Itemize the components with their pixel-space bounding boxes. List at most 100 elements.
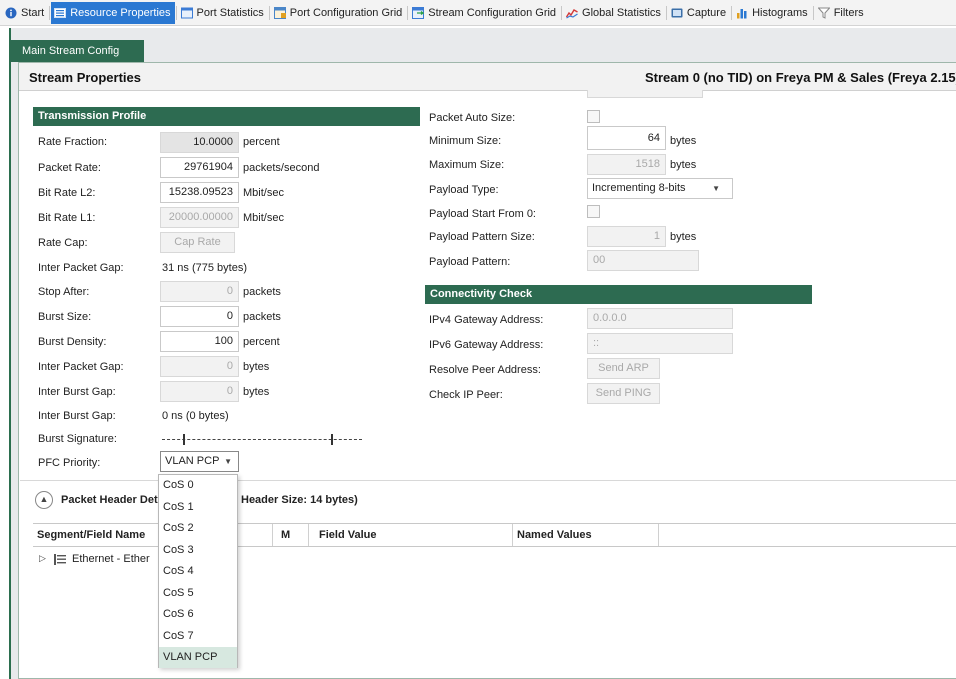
payload-start-checkbox[interactable]	[587, 205, 600, 218]
packet-length-type-field[interactable]	[587, 90, 703, 98]
packet-header-title-right: Header Size: 14 bytes)	[241, 494, 358, 506]
dropdown-option-selected[interactable]: VLAN PCP	[159, 647, 237, 668]
burst-density-input[interactable]: 100	[160, 331, 239, 352]
dropdown-option[interactable]: CoS 6	[159, 604, 237, 625]
dropdown-option[interactable]: CoS 1	[159, 497, 237, 518]
transmission-profile-header: Transmission Profile	[33, 107, 420, 126]
dropdown-option[interactable]: CoS 7	[159, 626, 237, 647]
segment-list-icon	[54, 554, 66, 565]
payload-pattern-label: Payload Pattern:	[429, 256, 511, 268]
payload-pattern-size-input[interactable]: 1	[587, 226, 666, 247]
rate-cap-label: Rate Cap:	[38, 237, 88, 249]
dropdown-option[interactable]: CoS 3	[159, 540, 237, 561]
menu-separator	[561, 5, 563, 20]
menu-global-statistics[interactable]: Global Statistics	[563, 2, 665, 24]
payload-pattern-input[interactable]: 00	[587, 250, 699, 271]
rate-fraction-input[interactable]: 10.0000	[160, 132, 239, 153]
menu-start-label: Start	[21, 6, 45, 19]
inter-packet-gap-input[interactable]: 0	[160, 356, 239, 377]
inter-burst-gap-input[interactable]: 0	[160, 381, 239, 402]
bit-rate-l1-input[interactable]: 20000.00000	[160, 207, 239, 228]
connectivity-check-header: Connectivity Check	[425, 285, 812, 304]
dropdown-option[interactable]: CoS 0	[159, 475, 237, 496]
check-ip-peer-label: Check IP Peer:	[429, 389, 503, 401]
pfc-priority-label: PFC Priority:	[38, 457, 101, 469]
ipv6-gateway-input[interactable]: ::	[587, 333, 733, 354]
rate-fraction-unit: percent	[243, 136, 280, 148]
menu-capture[interactable]: Capture	[668, 2, 730, 24]
bit-rate-l1-label: Bit Rate L1:	[38, 212, 96, 224]
maximum-size-input[interactable]: 1518	[587, 154, 666, 175]
bit-rate-l2-label: Bit Rate L2:	[38, 187, 96, 199]
menu-port-configuration-grid[interactable]: Port Configuration Grid	[271, 2, 407, 24]
packet-auto-size-checkbox[interactable]	[587, 110, 600, 123]
send-ping-button[interactable]: Send PING	[587, 383, 660, 404]
payload-type-label: Payload Type:	[429, 184, 499, 196]
inter-packet-gap-info-value: 31 ns (775 bytes)	[162, 262, 247, 274]
segment-name: Ethernet - Ether	[72, 553, 150, 565]
dropdown-option[interactable]: CoS 4	[159, 561, 237, 582]
menu-start[interactable]: Start	[2, 2, 48, 24]
stop-after-label: Stop After:	[38, 286, 90, 298]
maximum-size-unit: bytes	[670, 159, 697, 171]
minimum-size-input[interactable]: 64	[587, 126, 666, 150]
payload-type-value: Incrementing 8-bits	[592, 182, 686, 194]
packet-rate-input[interactable]: 29761904	[160, 157, 239, 178]
resolve-peer-label: Resolve Peer Address:	[429, 364, 541, 376]
menu-port-statistics[interactable]: Port Statistics	[178, 2, 268, 24]
info-icon	[5, 7, 17, 18]
burst-density-label: Burst Density:	[38, 336, 107, 348]
col-field-value[interactable]: Field Value	[309, 524, 513, 546]
chevron-down-icon: ▼	[224, 457, 232, 466]
burst-size-unit: packets	[243, 311, 281, 323]
menu-separator	[665, 5, 667, 20]
burst-size-label: Burst Size:	[38, 311, 92, 323]
rate-fraction-label: Rate Fraction:	[38, 136, 108, 148]
panel-titlebar: Stream Properties Stream 0 (no TID) on F…	[19, 63, 956, 91]
bit-rate-l2-input[interactable]: 15238.09523	[160, 182, 239, 203]
minimum-size-label: Minimum Size:	[429, 135, 502, 147]
menu-separator	[812, 5, 814, 20]
filter-icon	[817, 7, 830, 19]
ipv4-gateway-input[interactable]: 0.0.0.0	[587, 308, 733, 329]
menu-filters-label: Filters	[833, 6, 864, 19]
line-chart-icon	[566, 8, 578, 19]
col-named-values[interactable]: Named Values	[513, 524, 659, 546]
payload-pattern-size-unit: bytes	[670, 231, 697, 243]
properties-icon	[54, 7, 67, 18]
table-row[interactable]: ▷ Ethernet - Ether	[36, 551, 161, 569]
menu-port-statistics-label: Port Statistics	[196, 6, 264, 19]
packet-rate-label: Packet Rate:	[38, 162, 101, 174]
menu-filters[interactable]: Filters	[815, 2, 868, 24]
pfc-priority-dropdown: CoS 0 CoS 1 CoS 2 CoS 3 CoS 4 CoS 5 CoS …	[158, 474, 238, 668]
expand-arrow-icon[interactable]: ▷	[39, 553, 46, 564]
grid-icon	[273, 6, 286, 19]
menu-histograms[interactable]: Histograms	[733, 2, 812, 24]
ipv4-gateway-label: IPv4 Gateway Address:	[429, 314, 544, 326]
menu-separator	[407, 5, 409, 20]
col-m[interactable]: M	[273, 524, 309, 546]
collapse-toggle-icon[interactable]: ▲	[35, 491, 53, 509]
inter-packet-gap-info-label: Inter Packet Gap:	[38, 262, 124, 274]
inter-burst-gap-info-value: 0 ns (0 bytes)	[162, 410, 229, 422]
tab-main-stream-config[interactable]: Main Stream Config	[10, 40, 144, 62]
burst-size-input[interactable]: 0	[160, 306, 239, 327]
inter-burst-gap-label: Inter Burst Gap:	[38, 386, 116, 398]
menu-resource-properties-label: Resource Properties	[70, 6, 171, 19]
stop-after-input[interactable]: 0	[160, 281, 239, 302]
ipv6-gateway-label: IPv6 Gateway Address:	[429, 339, 544, 351]
inter-packet-gap-label: Inter Packet Gap:	[38, 361, 124, 373]
send-arp-button[interactable]: Send ARP	[587, 358, 660, 379]
cap-rate-button[interactable]: Cap Rate	[160, 232, 235, 253]
dropdown-option[interactable]: CoS 5	[159, 583, 237, 604]
menu-stream-configuration-grid[interactable]: Stream Configuration Grid	[409, 2, 560, 24]
pfc-priority-select[interactable]: VLAN PCP ▼	[160, 451, 239, 472]
minimum-size-unit: bytes	[670, 135, 697, 147]
dropdown-option[interactable]: CoS 2	[159, 518, 237, 539]
burst-density-unit: percent	[243, 336, 280, 348]
stream-title: Stream 0 (no TID) on Freya PM & Sales (F…	[645, 70, 956, 85]
menu-resource-properties[interactable]: Resource Properties	[51, 1, 175, 24]
menu-histograms-label: Histograms	[752, 6, 808, 19]
payload-type-select[interactable]: Incrementing 8-bits ▼	[587, 178, 733, 199]
payload-pattern-size-label: Payload Pattern Size:	[429, 231, 535, 243]
